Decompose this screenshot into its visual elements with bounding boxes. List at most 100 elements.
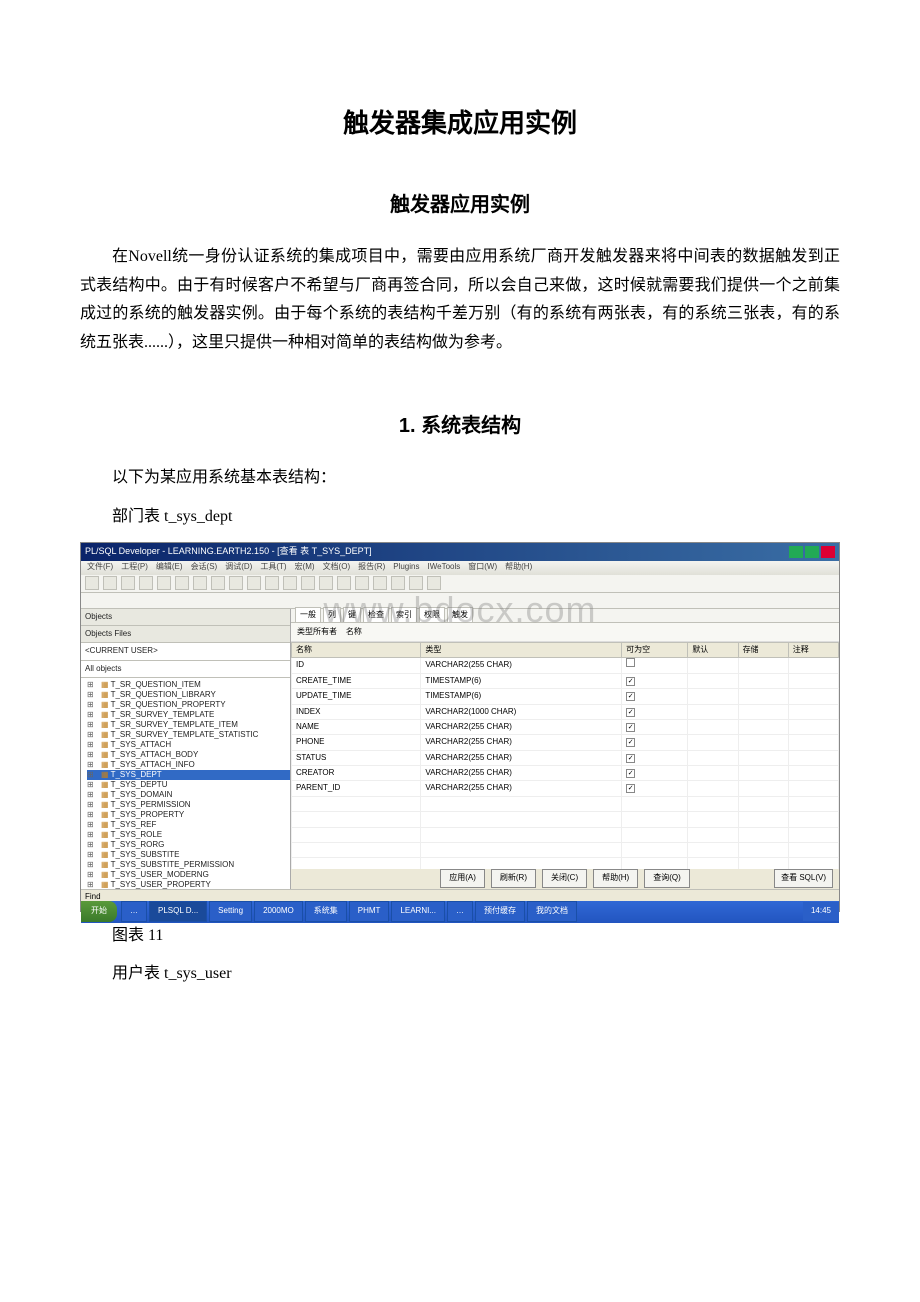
tree-node[interactable]: ▦T_SYS_PROPERTY: [87, 810, 290, 820]
tool-btn[interactable]: [337, 576, 351, 590]
taskbar-item[interactable]: PHMT: [349, 901, 390, 921]
tool-btn[interactable]: [283, 576, 297, 590]
tool-btn[interactable]: [319, 576, 333, 590]
tool-btn[interactable]: [175, 576, 189, 590]
tree-node[interactable]: ▦T_SYS_ATTACH_BODY: [87, 750, 290, 760]
taskbar-item[interactable]: 2000MO: [254, 901, 303, 921]
tree-node[interactable]: ▦T_SYS_USER_MODERNG: [87, 870, 290, 880]
objects-files-tab[interactable]: Objects Files: [81, 626, 290, 643]
tree-node[interactable]: ▦T_SYS_SUBSTITE: [87, 850, 290, 860]
menu-item[interactable]: 窗口(W): [468, 560, 497, 574]
menu-item[interactable]: 文件(F): [87, 560, 113, 574]
menu-item[interactable]: 编辑(E): [156, 560, 183, 574]
grid-col-header[interactable]: 类型: [421, 642, 622, 657]
tree-node[interactable]: ▦T_SYS_DEPTU: [87, 780, 290, 790]
menu-item[interactable]: IWeTools: [427, 560, 460, 574]
minimize-icon[interactable]: [789, 546, 803, 558]
start-button[interactable]: 开始: [81, 901, 117, 921]
taskbar-item[interactable]: 预付缓存: [475, 901, 525, 921]
close-button[interactable]: 关闭(C): [542, 869, 587, 887]
refresh-button[interactable]: 刷新(R): [491, 869, 536, 887]
query-button[interactable]: 查询(Q): [644, 869, 690, 887]
tool-btn[interactable]: [121, 576, 135, 590]
tool-btn[interactable]: [229, 576, 243, 590]
tree-node[interactable]: ▦T_SYS_DEPT: [87, 770, 290, 780]
tab-priv[interactable]: 权限: [419, 607, 445, 623]
tree-node[interactable]: ▦T_SYS_ATTACH_INFO: [87, 760, 290, 770]
tree-node[interactable]: ▦T_SYS_DOMAIN: [87, 790, 290, 800]
tab-check[interactable]: 检查: [363, 607, 389, 623]
viewsql-button[interactable]: 查看 SQL(V): [774, 869, 833, 887]
tree-node[interactable]: ▦T_SR_QUESTION_LIBRARY: [87, 690, 290, 700]
tree-node[interactable]: ▦T_SYS_USER_PROPERTY: [87, 880, 290, 888]
apply-button[interactable]: 应用(A): [440, 869, 485, 887]
help-button[interactable]: 帮助(H): [593, 869, 638, 887]
schema-selector[interactable]: <CURRENT USER>: [81, 643, 290, 660]
menu-item[interactable]: 帮助(H): [505, 560, 532, 574]
tool-btn[interactable]: [211, 576, 225, 590]
tool-btn[interactable]: [193, 576, 207, 590]
grid-row[interactable]: IDVARCHAR2(255 CHAR): [292, 658, 839, 673]
taskbar-item[interactable]: 我的文档: [527, 901, 577, 921]
grid-row[interactable]: INDEXVARCHAR2(1000 CHAR)✓: [292, 704, 839, 719]
tree-node[interactable]: ▦T_SYS_PERMISSION: [87, 800, 290, 810]
grid-row[interactable]: STATUSVARCHAR2(255 CHAR)✓: [292, 750, 839, 765]
taskbar-item[interactable]: …: [447, 901, 473, 921]
menu-item[interactable]: Plugins: [393, 560, 419, 574]
filter-selector[interactable]: All objects: [81, 661, 290, 678]
grid-col-header[interactable]: 默认: [688, 642, 738, 657]
tree-node[interactable]: ▦T_SYS_ATTACH: [87, 740, 290, 750]
close-icon[interactable]: [821, 546, 835, 558]
taskbar-item[interactable]: Setting: [209, 901, 252, 921]
taskbar-item[interactable]: …: [121, 901, 147, 921]
tree-node[interactable]: ▦T_SR_QUESTION_ITEM: [87, 680, 290, 690]
grid-row[interactable]: NAMEVARCHAR2(255 CHAR)✓: [292, 719, 839, 734]
tool-btn[interactable]: [427, 576, 441, 590]
system-tray[interactable]: 14:45: [803, 902, 839, 920]
tree-node[interactable]: ▦T_SR_QUESTION_PROPERTY: [87, 700, 290, 710]
tab-general[interactable]: 一般: [295, 607, 321, 623]
tree-node[interactable]: ▦T_SYS_RORG: [87, 840, 290, 850]
tool-btn[interactable]: [139, 576, 153, 590]
grid-row[interactable]: PARENT_IDVARCHAR2(255 CHAR)✓: [292, 781, 839, 796]
maximize-icon[interactable]: [805, 546, 819, 558]
tab-index[interactable]: 索引: [391, 607, 417, 623]
grid-col-header[interactable]: 名称: [292, 642, 421, 657]
tree-node[interactable]: ▦T_SYS_SUBSTITE_PERMISSION: [87, 860, 290, 870]
grid-row[interactable]: PHONEVARCHAR2(255 CHAR)✓: [292, 735, 839, 750]
grid-row[interactable]: CREATORVARCHAR2(255 CHAR)✓: [292, 766, 839, 781]
tab-cols[interactable]: 列: [323, 607, 341, 623]
tool-btn[interactable]: [373, 576, 387, 590]
menu-item[interactable]: 会话(S): [191, 560, 218, 574]
tab-keys[interactable]: 键: [343, 607, 361, 623]
tree-node[interactable]: ▦T_SR_SURVEY_TEMPLATE_STATISTIC: [87, 730, 290, 740]
grid-row[interactable]: CREATE_TIMETIMESTAMP(6)✓: [292, 673, 839, 688]
taskbar-item[interactable]: PLSQL D...: [149, 901, 207, 921]
tool-btn[interactable]: [157, 576, 171, 590]
tool-btn[interactable]: [103, 576, 117, 590]
tree-node[interactable]: ▦T_SR_SURVEY_TEMPLATE: [87, 710, 290, 720]
taskbar-item[interactable]: 系统集: [305, 901, 347, 921]
taskbar-item[interactable]: LEARNI...: [391, 901, 445, 921]
tool-btn[interactable]: [355, 576, 369, 590]
tool-btn[interactable]: [409, 576, 423, 590]
columns-grid[interactable]: 名称类型可为空默认存储注释 IDVARCHAR2(255 CHAR)CREATE…: [291, 642, 839, 869]
grid-col-header[interactable]: 注释: [788, 642, 838, 657]
tool-btn[interactable]: [391, 576, 405, 590]
menu-item[interactable]: 文档(O): [323, 560, 351, 574]
tool-btn[interactable]: [85, 576, 99, 590]
grid-col-header[interactable]: 可为空: [622, 642, 688, 657]
tool-btn[interactable]: [301, 576, 315, 590]
tree-node[interactable]: ▦T_SYS_REF: [87, 820, 290, 830]
menu-item[interactable]: 工程(P): [121, 560, 148, 574]
menu-item[interactable]: 宏(M): [295, 560, 315, 574]
menu-item[interactable]: 报告(R): [358, 560, 385, 574]
grid-col-header[interactable]: 存储: [738, 642, 788, 657]
object-tree[interactable]: ▦T_SR_QUESTION_ITEM▦T_SR_QUESTION_LIBRAR…: [81, 678, 290, 888]
tree-node[interactable]: ▦T_SYS_ROLE: [87, 830, 290, 840]
tree-node[interactable]: ▦T_SR_SURVEY_TEMPLATE_ITEM: [87, 720, 290, 730]
tab-trig[interactable]: 触发: [447, 607, 473, 623]
grid-row[interactable]: UPDATE_TIMETIMESTAMP(6)✓: [292, 689, 839, 704]
tool-btn[interactable]: [247, 576, 261, 590]
tool-btn[interactable]: [265, 576, 279, 590]
